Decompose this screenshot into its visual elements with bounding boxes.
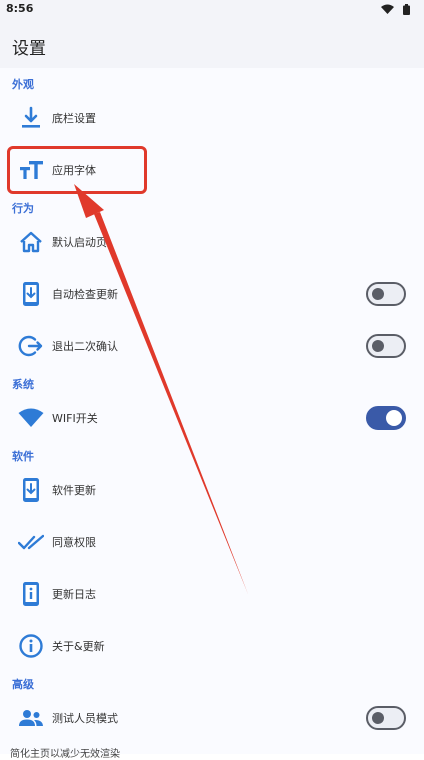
people-icon [19,710,43,726]
setting-update-log[interactable]: 更新日志 [0,568,424,620]
setting-software-update-label: 软件更新 [52,484,96,497]
app-bar: 设置 [0,20,424,68]
section-appearance: 外观 [12,78,34,91]
phone-info-icon [23,582,39,606]
setting-tester-mode[interactable]: 测试人员模式 [0,692,424,744]
section-advanced: 高级 [12,678,34,691]
wifi-icon [18,408,44,427]
download-icon [22,106,40,128]
setting-default-launch-page-label: 默认启动页 [52,236,107,249]
setting-update-log-label: 更新日志 [52,588,96,601]
setting-exit-confirm-label: 退出二次确认 [52,340,118,353]
setting-tester-mode-label: 测试人员模式 [52,712,118,725]
setting-agree-permission[interactable]: 同意权限 [0,516,424,568]
setting-default-launch-page[interactable]: 默认启动页 [0,216,424,268]
status-bar: 8:56 [0,0,424,20]
exit-icon [18,335,43,357]
battery-icon [403,4,410,15]
wifi-switch-toggle[interactable] [366,406,406,430]
section-behavior: 行为 [12,202,34,215]
phone-download-icon [23,478,39,502]
double-check-icon [18,534,44,550]
setting-auto-check-update-label: 自动检查更新 [52,288,118,301]
info-icon [19,634,43,658]
setting-software-update[interactable]: 软件更新 [0,464,424,516]
toggle-knob [386,410,402,426]
setting-wifi-switch[interactable]: WIFI开关 [0,392,424,444]
exit-confirm-toggle[interactable] [366,334,406,358]
page-title: 设置 [12,39,46,59]
setting-about-update-label: 关于&更新 [52,640,105,653]
setting-wifi-switch-label: WIFI开关 [52,412,98,425]
auto-check-update-toggle[interactable] [366,282,406,306]
status-time: 8:56 [6,2,34,15]
footer-hint: 简化主页以减少无效渲染 [10,749,120,760]
setting-agree-permission-label: 同意权限 [52,536,96,549]
toggle-knob [372,340,384,352]
setting-auto-check-update[interactable]: 自动检查更新 [0,268,424,320]
setting-bottom-bar-label: 底栏设置 [52,112,96,125]
setting-exit-confirm[interactable]: 退出二次确认 [0,320,424,372]
wifi-status-icon [381,4,394,14]
home-icon [20,231,42,253]
section-system: 系统 [12,378,34,391]
toggle-knob [372,712,384,724]
annotation-highlight-box [7,146,147,194]
tester-mode-toggle[interactable] [366,706,406,730]
section-software: 软件 [12,450,34,463]
setting-bottom-bar[interactable]: 底栏设置 [0,92,424,144]
phone-download-icon [23,282,39,306]
toggle-knob [372,288,384,300]
setting-about-update[interactable]: 关于&更新 [0,620,424,672]
